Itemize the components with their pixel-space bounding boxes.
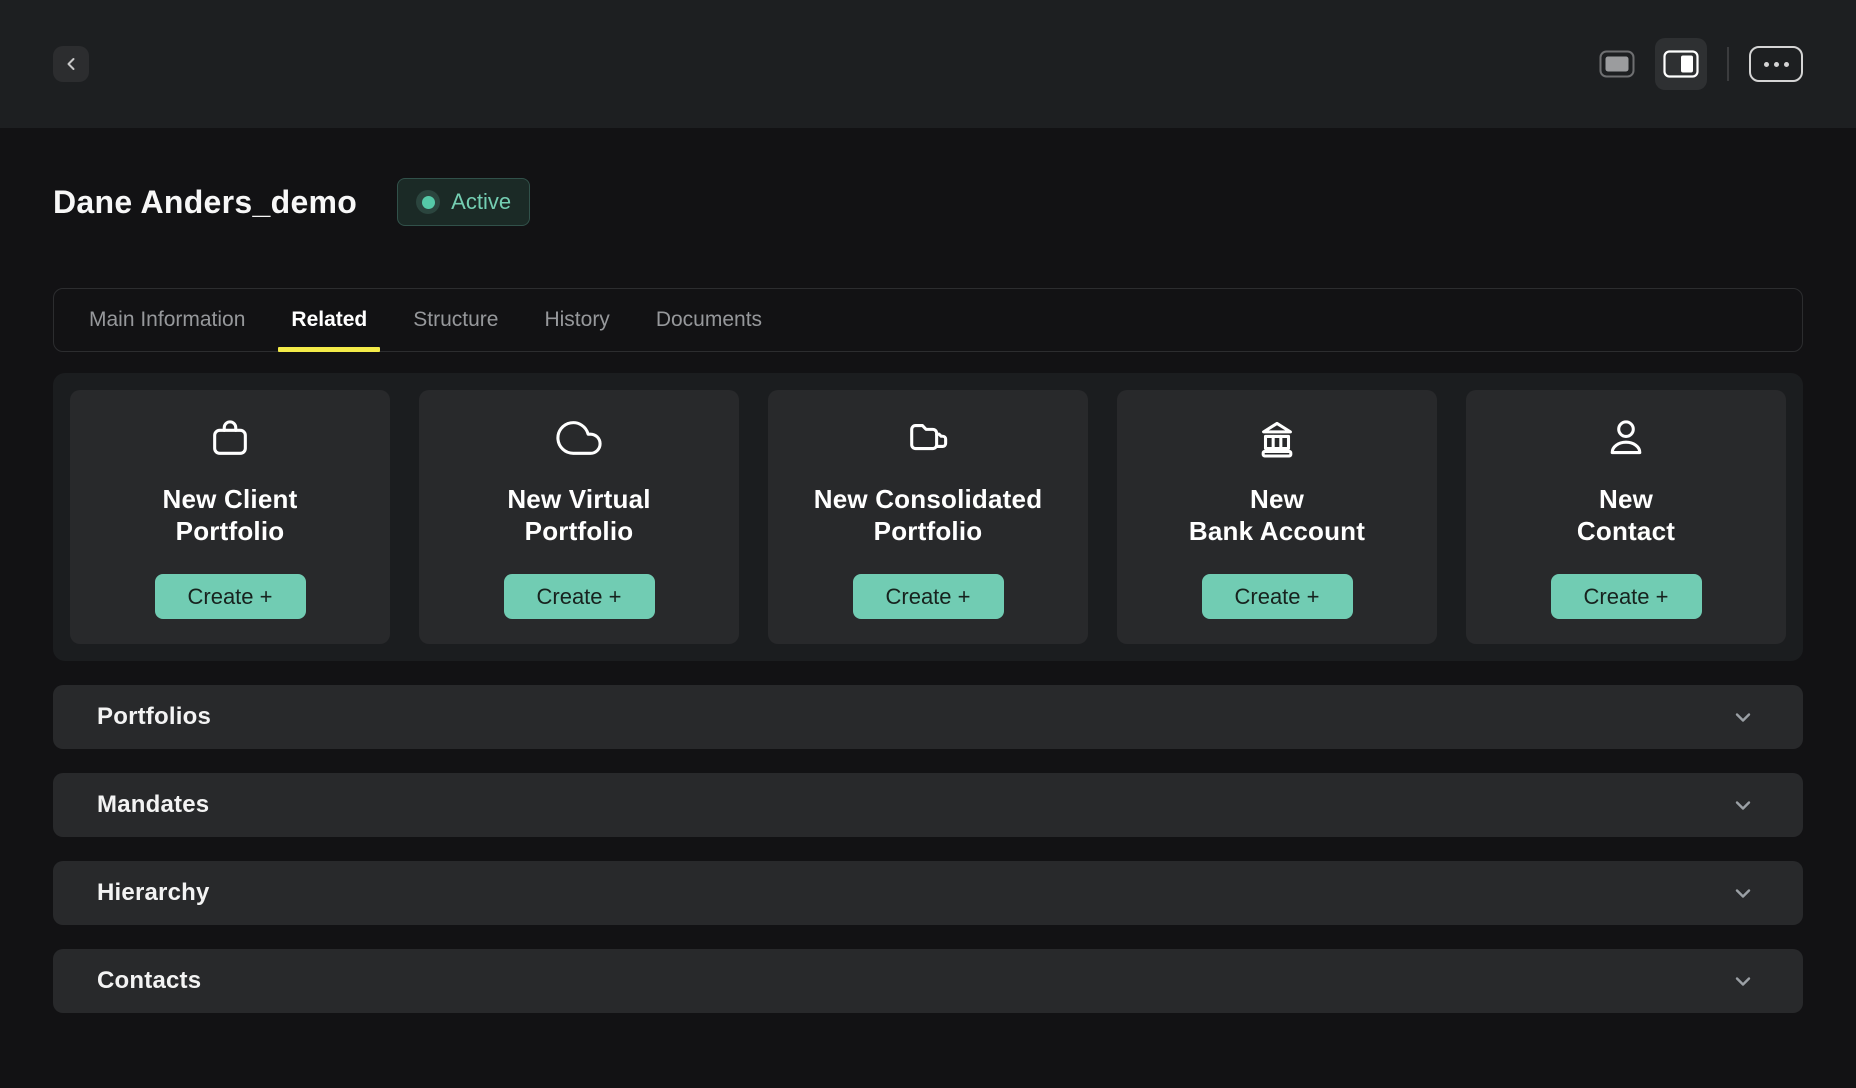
card-title: New Consolidated Portfolio	[814, 483, 1043, 547]
card-new-virtual-portfolio: New Virtual Portfolio Create +	[419, 390, 739, 644]
status-badge-label: Active	[451, 189, 511, 215]
card-new-contact: New Contact Create +	[1466, 390, 1786, 644]
status-dot-icon	[416, 190, 440, 214]
create-virtual-portfolio-button[interactable]: Create +	[504, 574, 655, 619]
toolbar-divider	[1727, 47, 1729, 81]
create-cards-panel: New Client Portfolio Create + New Virtua…	[53, 373, 1803, 661]
briefcase-icon	[207, 415, 253, 461]
view-controls	[1591, 38, 1803, 90]
card-new-client-portfolio: New Client Portfolio Create +	[70, 390, 390, 644]
card-title: New Contact	[1577, 483, 1675, 547]
section-title: Portfolios	[97, 703, 211, 731]
back-button[interactable]	[53, 46, 89, 82]
ellipsis-icon	[1764, 62, 1789, 67]
cloud-icon	[556, 415, 602, 461]
card-title: New Virtual Portfolio	[507, 483, 650, 547]
tab-documents[interactable]: Documents	[633, 289, 785, 351]
create-contact-button[interactable]: Create +	[1551, 574, 1702, 619]
section-mandates[interactable]: Mandates	[53, 773, 1803, 837]
full-view-toggle-button[interactable]	[1591, 38, 1643, 90]
section-hierarchy[interactable]: Hierarchy	[53, 861, 1803, 925]
top-bar	[0, 0, 1856, 128]
section-title: Contacts	[97, 967, 201, 995]
page-title: Dane Anders_demo	[53, 184, 357, 221]
bank-icon	[1254, 415, 1300, 461]
section-title: Hierarchy	[97, 879, 210, 907]
user-icon	[1603, 415, 1649, 461]
status-badge: Active	[397, 178, 530, 226]
tab-structure[interactable]: Structure	[390, 289, 521, 351]
chevron-down-icon	[1731, 793, 1755, 817]
split-view-toggle-button[interactable]	[1655, 38, 1707, 90]
chevron-down-icon	[1731, 705, 1755, 729]
chevron-down-icon	[1731, 969, 1755, 993]
tab-history[interactable]: History	[521, 289, 632, 351]
create-consolidated-portfolio-button[interactable]: Create +	[853, 574, 1004, 619]
card-new-consolidated-portfolio: New Consolidated Portfolio Create +	[768, 390, 1088, 644]
section-title: Mandates	[97, 791, 209, 819]
tab-main-information[interactable]: Main Information	[66, 289, 268, 351]
chevron-left-icon	[61, 54, 81, 74]
tab-related[interactable]: Related	[268, 289, 390, 351]
create-bank-account-button[interactable]: Create +	[1202, 574, 1353, 619]
card-new-bank-account: New Bank Account Create +	[1117, 390, 1437, 644]
title-row: Dane Anders_demo Active	[53, 178, 1803, 226]
chevron-down-icon	[1731, 881, 1755, 905]
card-title: New Client Portfolio	[163, 483, 298, 547]
section-portfolios[interactable]: Portfolios	[53, 685, 1803, 749]
create-client-portfolio-button[interactable]: Create +	[155, 574, 306, 619]
app-window: Dane Anders_demo Active Main Information…	[0, 0, 1856, 1088]
section-contacts[interactable]: Contacts	[53, 949, 1803, 1013]
layout-split-icon	[1663, 50, 1699, 78]
layout-full-icon	[1599, 50, 1635, 78]
main-content: Dane Anders_demo Active Main Information…	[0, 178, 1856, 1013]
more-options-button[interactable]	[1749, 46, 1803, 82]
folders-icon	[905, 415, 951, 461]
card-title: New Bank Account	[1189, 483, 1365, 547]
tab-bar: Main Information Related Structure Histo…	[53, 288, 1803, 352]
